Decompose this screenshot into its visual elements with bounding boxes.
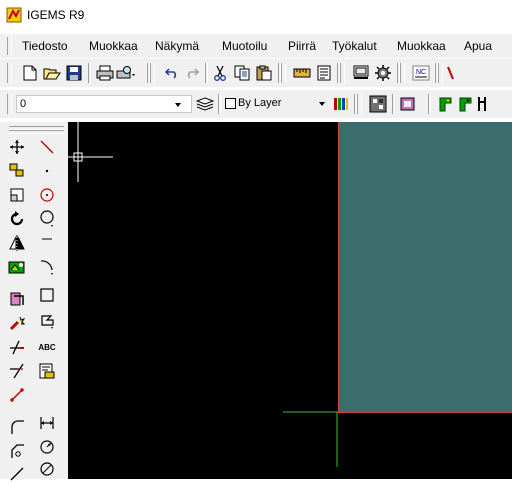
stretch-icon[interactable] [6, 462, 28, 484]
toolbar-grip[interactable] [7, 63, 12, 83]
array-icon[interactable] [6, 256, 28, 278]
save-icon[interactable] [64, 63, 84, 83]
properties-icon[interactable] [314, 63, 334, 83]
menu-muotoilu[interactable]: Muotoilu [222, 39, 267, 53]
trim-icon[interactable] [6, 336, 28, 358]
new-file-icon[interactable] [20, 63, 40, 83]
nc-label: NC [416, 69, 426, 76]
chevron-down-icon [175, 103, 181, 107]
copy-icon[interactable] [232, 63, 252, 83]
crosshair-cursor [68, 122, 113, 182]
linetype-swatch [225, 98, 236, 109]
arc-tool-icon[interactable] [36, 256, 58, 278]
undo-icon[interactable] [162, 63, 182, 83]
layer-manager-icon[interactable] [195, 94, 215, 114]
settings-gear-icon[interactable] [373, 63, 393, 83]
text-tool-label: ABC [38, 342, 56, 352]
drawing-tool-palette: ABC [0, 122, 68, 481]
linetype-dropdown[interactable]: By Layer [223, 95, 329, 113]
copy-objects-icon[interactable] [6, 160, 28, 182]
fillet-icon[interactable] [6, 416, 28, 438]
menu-nakyma[interactable]: Näkymä [155, 39, 199, 53]
tool-icon[interactable] [476, 94, 488, 114]
scale-icon[interactable] [6, 184, 28, 206]
origin-axes [283, 411, 338, 467]
dimension-diameter-icon[interactable] [36, 458, 58, 480]
line-tool-icon[interactable] [36, 136, 58, 158]
toolbar-separator [392, 94, 395, 114]
dimension-linear-icon[interactable] [36, 412, 58, 434]
paste-icon[interactable] [254, 63, 274, 83]
cut-icon[interactable] [210, 63, 230, 83]
toolbar-grip[interactable] [438, 63, 443, 83]
menu-piirra[interactable]: Piirrä [288, 39, 316, 53]
toolbar-grip[interactable] [400, 63, 405, 83]
rectangle-tool-icon[interactable] [36, 284, 58, 306]
menu-muokkaa[interactable]: Muokkaa [89, 39, 138, 53]
window-title: IGEMS R9 [27, 8, 85, 22]
layer-value: 0 [20, 98, 27, 110]
app-icon [6, 7, 22, 23]
title-bar: IGEMS R9 [0, 0, 512, 30]
move-icon[interactable] [6, 136, 28, 158]
toolbar-grip[interactable] [281, 63, 286, 83]
circle-tool-icon[interactable] [36, 208, 58, 230]
break-icon[interactable] [6, 384, 28, 406]
standard-toolbar: NC [0, 59, 512, 87]
palette-grip[interactable] [9, 130, 64, 134]
canvas-overlay [68, 122, 338, 467]
ruler-icon[interactable] [292, 63, 312, 83]
point-tool-icon[interactable] [36, 160, 58, 182]
menu-bar: Tiedosto Muokkaa Näkymä Muotoilu Piirrä … [0, 34, 512, 58]
print-icon[interactable] [95, 63, 115, 83]
pattern-icon[interactable] [368, 94, 388, 114]
dimension-radius-icon[interactable] [36, 436, 58, 458]
toolbar-separator [88, 63, 91, 83]
toolbar-separator [428, 94, 431, 114]
chamfer-icon[interactable] [6, 440, 28, 462]
cut-edge-icon[interactable] [445, 63, 455, 83]
chevron-down-icon [319, 102, 325, 106]
nc-icon[interactable]: NC [411, 63, 431, 83]
properties-toolbar: 0 By Layer [0, 90, 512, 195]
snap-tool-icon[interactable] [436, 94, 456, 114]
toolbar-grip[interactable] [7, 94, 12, 114]
rotate-icon[interactable] [6, 208, 28, 230]
layer-dropdown[interactable]: 0 [16, 95, 192, 113]
toolbar-separator [205, 63, 208, 83]
insert-text-icon[interactable] [36, 360, 58, 382]
extend-icon[interactable] [6, 360, 28, 382]
toolbar-grip[interactable] [340, 63, 345, 83]
linetype-value: By Layer [238, 97, 282, 109]
print-preview-icon[interactable] [116, 63, 136, 83]
color-bars-icon[interactable] [331, 94, 351, 114]
mirror-icon[interactable] [6, 232, 28, 254]
drawing-canvas[interactable] [68, 122, 512, 479]
offset-icon[interactable] [6, 288, 28, 310]
fill-color-icon[interactable] [398, 94, 418, 114]
text-tool-icon[interactable]: ABC [36, 336, 58, 358]
toolbar-separator [218, 94, 221, 114]
menu-tyokalut[interactable]: Työkalut [332, 39, 377, 53]
snap-tool-2-icon[interactable] [456, 94, 476, 114]
menu-muokkaa-2[interactable]: Muokkaa [397, 39, 446, 53]
polyline-tool-icon[interactable] [36, 310, 58, 332]
explode-icon[interactable] [6, 312, 28, 334]
circle-center-icon[interactable] [36, 184, 58, 206]
redo-icon[interactable] [182, 63, 202, 83]
toolbar-grip[interactable] [150, 63, 155, 83]
open-folder-icon[interactable] [42, 63, 62, 83]
toolbar-grip[interactable] [357, 94, 362, 114]
menu-apua[interactable]: Apua [464, 39, 492, 53]
menu-tiedosto[interactable]: Tiedosto [22, 39, 68, 53]
ellipse-tool-icon[interactable] [36, 232, 58, 254]
menubar-grip[interactable] [7, 37, 12, 55]
monitor-icon[interactable] [351, 63, 371, 83]
